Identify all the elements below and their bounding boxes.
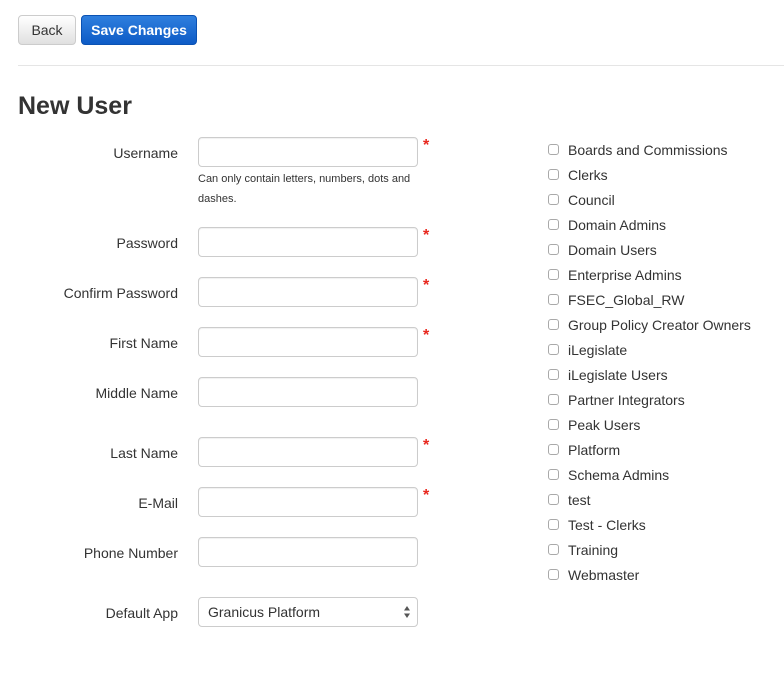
required-marker: * xyxy=(423,487,430,504)
last-name-label: Last Name xyxy=(110,445,178,461)
group-item[interactable]: FSEC_Global_RW xyxy=(548,287,751,312)
group-item[interactable]: Boards and Commissions xyxy=(548,137,751,162)
group-label: Training xyxy=(568,541,619,558)
group-checkbox[interactable] xyxy=(548,419,559,430)
group-checkbox[interactable] xyxy=(548,194,559,205)
toolbar: Back Save Changes xyxy=(18,15,197,45)
group-checkbox[interactable] xyxy=(548,469,559,480)
group-item[interactable]: test xyxy=(548,487,751,512)
first-name-input[interactable] xyxy=(198,327,418,357)
group-item[interactable]: Group Policy Creator Owners xyxy=(548,312,751,337)
required-marker: * xyxy=(423,227,430,244)
group-checkbox[interactable] xyxy=(548,519,559,530)
group-item[interactable]: Domain Users xyxy=(548,237,751,262)
required-marker: * xyxy=(423,327,430,344)
group-checkbox[interactable] xyxy=(548,244,559,255)
group-item[interactable]: Council xyxy=(548,187,751,212)
group-item[interactable]: Clerks xyxy=(548,162,751,187)
group-checkbox[interactable] xyxy=(548,294,559,305)
group-item[interactable]: Schema Admins xyxy=(548,462,751,487)
required-marker: * xyxy=(423,137,430,154)
first-name-label: First Name xyxy=(109,335,178,351)
group-label: Partner Integrators xyxy=(568,391,685,408)
group-item[interactable]: Partner Integrators xyxy=(548,387,751,412)
group-checkbox[interactable] xyxy=(548,444,559,455)
last-name-input[interactable] xyxy=(198,437,418,467)
username-label: Username xyxy=(113,145,178,161)
group-label: FSEC_Global_RW xyxy=(568,291,685,308)
group-label: Test - Clerks xyxy=(568,516,646,533)
group-label: Peak Users xyxy=(568,416,641,433)
group-label: iLegislate xyxy=(568,341,628,358)
group-label: Council xyxy=(568,191,615,208)
group-label: Clerks xyxy=(568,166,608,183)
select-updown-arrows-icon xyxy=(404,606,410,618)
group-label: Domain Admins xyxy=(568,216,667,233)
required-marker: * xyxy=(423,437,430,454)
middle-name-label: Middle Name xyxy=(95,385,178,401)
group-checkbox[interactable] xyxy=(548,319,559,330)
page-title: New User xyxy=(18,92,132,120)
group-item[interactable]: Peak Users xyxy=(548,412,751,437)
group-label: Schema Admins xyxy=(568,466,670,483)
group-item[interactable]: iLegislate xyxy=(548,337,751,362)
group-item[interactable]: Webmaster xyxy=(548,562,751,587)
group-label: iLegislate Users xyxy=(568,366,668,383)
group-item[interactable]: Enterprise Admins xyxy=(548,262,751,287)
confirm-password-label: Confirm Password xyxy=(63,285,178,301)
confirm-password-input[interactable] xyxy=(198,277,418,307)
group-item[interactable]: iLegislate Users xyxy=(548,362,751,387)
email-input[interactable] xyxy=(198,487,418,517)
phone-number-input[interactable] xyxy=(198,537,418,567)
group-checkbox[interactable] xyxy=(548,394,559,405)
back-button[interactable]: Back xyxy=(18,15,76,45)
default-app-select[interactable]: Granicus Platform xyxy=(198,597,418,627)
group-item[interactable]: Platform xyxy=(548,437,751,462)
middle-name-input[interactable] xyxy=(198,377,418,407)
password-label: Password xyxy=(116,235,178,251)
group-label: test xyxy=(568,491,591,508)
header-divider xyxy=(18,65,784,66)
group-checkbox[interactable] xyxy=(548,169,559,180)
group-label: Boards and Commissions xyxy=(568,141,728,158)
group-label: Domain Users xyxy=(568,241,657,258)
default-app-label: Default App xyxy=(105,605,178,621)
group-checkbox[interactable] xyxy=(548,544,559,555)
group-label: Webmaster xyxy=(568,566,640,583)
group-item[interactable]: Test - Clerks xyxy=(548,512,751,537)
group-checkbox[interactable] xyxy=(548,494,559,505)
username-input[interactable] xyxy=(198,137,418,167)
group-item[interactable]: Domain Admins xyxy=(548,212,751,237)
group-label: Enterprise Admins xyxy=(568,266,682,283)
save-changes-button[interactable]: Save Changes xyxy=(81,15,197,45)
group-checkbox[interactable] xyxy=(548,269,559,280)
password-input[interactable] xyxy=(198,227,418,257)
groups-checklist: Boards and Commissions Clerks Council Domai… xyxy=(548,137,751,587)
group-checkbox[interactable] xyxy=(548,144,559,155)
group-label: Platform xyxy=(568,441,621,458)
phone-number-label: Phone Number xyxy=(83,545,178,561)
group-label: Group Policy Creator Owners xyxy=(568,316,751,333)
group-checkbox[interactable] xyxy=(548,569,559,580)
group-checkbox[interactable] xyxy=(548,219,559,230)
group-checkbox[interactable] xyxy=(548,344,559,355)
group-checkbox[interactable] xyxy=(548,369,559,380)
username-help-text: Can only contain letters, numbers, dots … xyxy=(198,173,411,205)
default-app-selected-value: Granicus Platform xyxy=(208,604,321,620)
email-label: E-Mail xyxy=(138,495,178,511)
group-item[interactable]: Training xyxy=(548,537,751,562)
required-marker: * xyxy=(423,277,430,294)
